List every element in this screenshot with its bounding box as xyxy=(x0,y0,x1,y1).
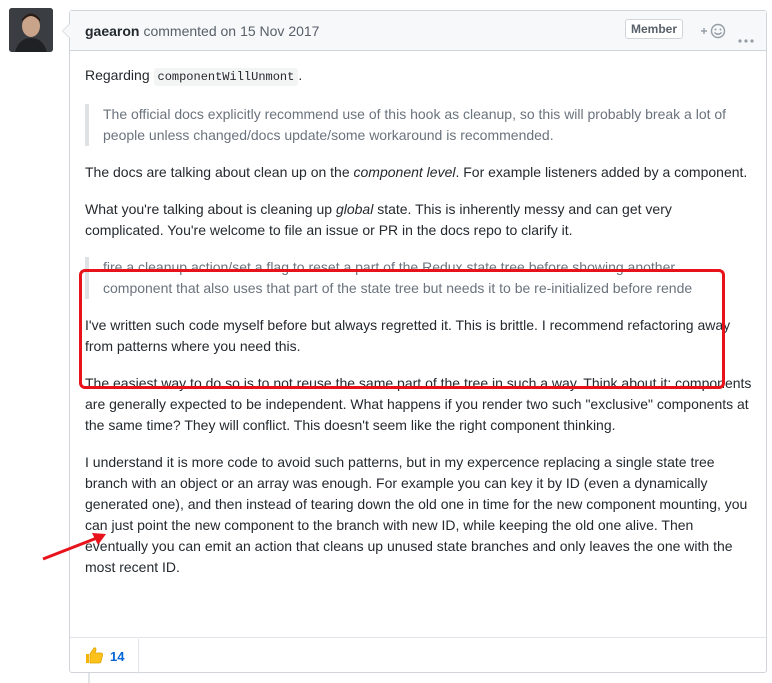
reaction-count: 14 xyxy=(110,648,125,664)
paragraph-understand: I understand it is more code to avoid su… xyxy=(85,454,748,575)
paragraph-regarding: Regarding componentWillUnmont. xyxy=(85,65,753,88)
thumbs-up-reaction[interactable]: 14 xyxy=(70,638,140,674)
timeline-connector xyxy=(88,673,90,683)
add-reaction-icon[interactable] xyxy=(700,23,728,42)
comment-box: gaearon commented on 15 Nov 2017 Member … xyxy=(62,10,768,674)
paragraph-docs: The docs are talking about clean up on t… xyxy=(85,162,753,183)
text: What you're talking about is cleaning up xyxy=(85,201,336,217)
member-badge: Member xyxy=(625,19,684,39)
paragraph-global: What you're talking about is cleaning up… xyxy=(85,199,753,241)
emphasis: global xyxy=(335,201,374,217)
quote-line: fire a cleanup action/set a flag to rese… xyxy=(103,259,676,275)
kebab-icon[interactable] xyxy=(738,30,754,46)
arrow-annotation-icon xyxy=(42,533,106,561)
emphasis: component level xyxy=(353,164,456,180)
thumbs-up-icon xyxy=(84,645,104,668)
comment-header: gaearon commented on 15 Nov 2017 Member xyxy=(70,11,766,51)
blockquote-1: The official docs explicitly recommend u… xyxy=(85,104,753,146)
paragraph-easiest: The easiest way to do so is to not reuse… xyxy=(85,375,752,433)
author-link[interactable]: gaearon xyxy=(85,23,139,39)
comment-action: commented on xyxy=(143,22,237,39)
text: . For example listeners added by a compo… xyxy=(455,164,748,180)
quote-text: The official docs explicitly recommend u… xyxy=(103,106,727,143)
avatar[interactable] xyxy=(9,8,53,52)
comment-body: Regarding componentWillUnmont. The offic… xyxy=(70,51,768,637)
inline-code: componentWillUnmont xyxy=(153,68,299,86)
text: . xyxy=(298,67,303,83)
comment-date[interactable]: 15 Nov 2017 xyxy=(240,23,319,39)
paragraph-brittle: I've written such code myself before but… xyxy=(85,317,731,354)
text: Regarding xyxy=(85,67,154,83)
reactions-bar: 14 xyxy=(70,637,766,674)
text: The docs are talking about clean up on t… xyxy=(85,164,354,180)
blockquote-2: fire a cleanup action/set a flag to rese… xyxy=(85,257,753,299)
quote-line: component that also uses that part of th… xyxy=(103,280,693,296)
